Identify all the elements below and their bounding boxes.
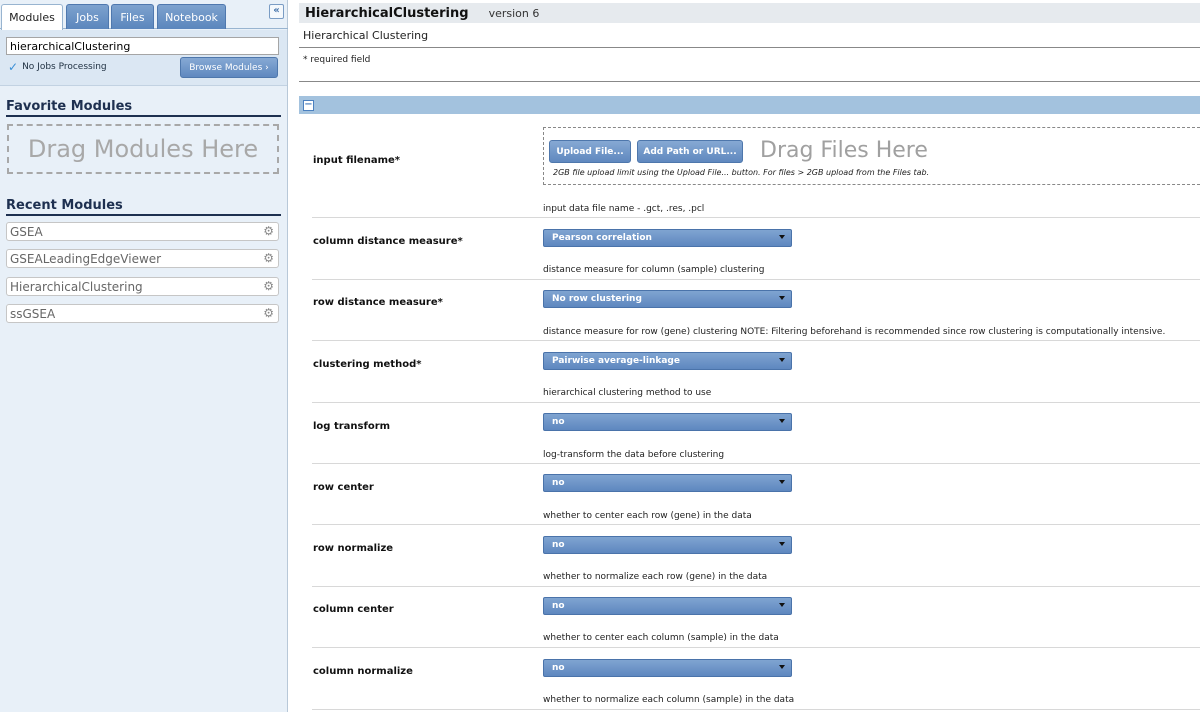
param-row-center: row center no whether to center each row…	[312, 464, 1200, 525]
tab-files[interactable]: Files	[111, 4, 154, 29]
module-description: Hierarchical Clustering	[303, 29, 429, 42]
param-description: input data file name - .gct, .res, .pcl	[543, 204, 705, 214]
recent-module-label: GSEA	[10, 224, 43, 239]
job-status-text: No Jobs Processing	[22, 62, 107, 72]
param-description: distance measure for row (gene) clusteri…	[543, 327, 1166, 337]
dropdown-caret-icon	[779, 235, 785, 239]
param-label: row center	[313, 482, 374, 493]
left-panel: Modules Jobs Files Notebook « ✓ No Jobs …	[0, 0, 288, 712]
gear-icon[interactable]: ⚙	[263, 306, 274, 320]
column-distance-select[interactable]: Pearson correlation	[543, 229, 792, 247]
param-description: hierarchical clustering method to use	[543, 388, 712, 398]
column-center-select[interactable]: no	[543, 597, 792, 615]
select-value: No row clustering	[552, 294, 642, 304]
param-description: whether to normalize each row (gene) in …	[543, 572, 768, 582]
dropdown-caret-icon	[779, 480, 785, 484]
dropdown-caret-icon	[779, 296, 785, 300]
dropdown-caret-icon	[779, 542, 785, 546]
recent-module-label: GSEALeadingEdgeViewer	[10, 251, 162, 266]
gear-icon[interactable]: ⚙	[263, 224, 274, 238]
param-label: column center	[313, 604, 394, 615]
param-description: whether to normalize each column (sample…	[543, 695, 795, 705]
select-value: no	[552, 417, 565, 427]
collapse-double-left-icon[interactable]: «	[269, 4, 284, 19]
param-label: column normalize	[313, 666, 413, 677]
gear-icon[interactable]: ⚙	[263, 251, 274, 265]
dropdown-caret-icon	[779, 419, 785, 423]
favorites-dropzone[interactable]: Drag Modules Here	[7, 124, 279, 174]
dropdown-caret-icon	[779, 358, 785, 362]
param-clustering-method: clustering method* Pairwise average-link…	[312, 341, 1200, 403]
add-path-url-button[interactable]: Add Path or URL...	[637, 140, 743, 163]
select-value: Pearson correlation	[552, 233, 652, 243]
module-search-input[interactable]	[6, 37, 279, 55]
collapse-minus-icon[interactable]: −	[303, 100, 314, 111]
recent-module-label: ssGSEA	[10, 306, 56, 321]
upload-file-button[interactable]: Upload File...	[549, 140, 631, 163]
tab-modules[interactable]: Modules	[1, 4, 63, 30]
param-description: whether to center each column (sample) i…	[543, 633, 779, 643]
parameter-section-header: −	[299, 96, 1200, 114]
select-value: Pairwise average-linkage	[552, 356, 680, 366]
tab-notebook[interactable]: Notebook	[157, 4, 226, 29]
clustering-method-select[interactable]: Pairwise average-linkage	[543, 352, 792, 370]
drag-files-label: Drag Files Here	[760, 138, 928, 163]
select-value: no	[552, 540, 565, 550]
column-normalize-select[interactable]: no	[543, 659, 792, 677]
select-value: no	[552, 601, 565, 611]
param-description: log-transform the data before clustering	[543, 450, 725, 460]
select-value: no	[552, 478, 565, 488]
tab-jobs[interactable]: Jobs	[66, 4, 109, 29]
recent-module-item[interactable]: HierarchicalClustering ⚙	[6, 277, 279, 296]
row-distance-select[interactable]: No row clustering	[543, 290, 792, 308]
module-header: HierarchicalClustering version 6	[299, 3, 1200, 23]
recent-modules-heading: Recent Modules	[6, 198, 281, 216]
checkmark-icon: ✓	[8, 60, 19, 74]
param-label: column distance measure*	[313, 236, 463, 247]
param-column-center: column center no whether to center each …	[312, 587, 1200, 648]
row-center-select[interactable]: no	[543, 474, 792, 492]
tab-bar: Modules Jobs Files Notebook «	[0, 0, 288, 30]
file-drop-zone[interactable]: Upload File... Add Path or URL... Drag F…	[543, 127, 1200, 185]
upload-limit-hint: 2GB file upload limit using the Upload F…	[553, 168, 930, 177]
recent-module-item[interactable]: ssGSEA ⚙	[6, 304, 279, 323]
param-description: whether to center each row (gene) in the…	[543, 511, 752, 521]
param-column-distance-measure: column distance measure* Pearson correla…	[312, 218, 1200, 280]
param-column-normalize: column normalize no whether to normalize…	[312, 648, 1200, 710]
log-transform-select[interactable]: no	[543, 413, 792, 431]
module-version: version 6	[488, 6, 540, 20]
gear-icon[interactable]: ⚙	[263, 279, 274, 293]
param-description: distance measure for column (sample) clu…	[543, 265, 765, 275]
search-area: ✓ No Jobs Processing Browse Modules ›	[0, 30, 287, 86]
module-name: HierarchicalClustering	[305, 5, 469, 21]
browse-modules-button[interactable]: Browse Modules ›	[180, 57, 278, 78]
select-value: no	[552, 663, 565, 673]
divider	[299, 47, 1200, 48]
row-normalize-select[interactable]: no	[543, 536, 792, 554]
module-form-panel: HierarchicalClustering version 6 Hierarc…	[299, 0, 1200, 712]
required-field-note: * required field	[303, 55, 371, 65]
param-log-transform: log transform no log-transform the data …	[312, 403, 1200, 464]
recent-module-label: HierarchicalClustering	[10, 279, 143, 294]
favorite-modules-heading: Favorite Modules	[6, 99, 281, 117]
dropdown-caret-icon	[779, 603, 785, 607]
param-label: row distance measure*	[313, 297, 443, 308]
param-label: clustering method*	[313, 359, 422, 370]
param-label: input filename*	[313, 155, 401, 166]
dropdown-caret-icon	[779, 665, 785, 669]
job-status: ✓ No Jobs Processing	[8, 60, 107, 74]
recent-module-item[interactable]: GSEA ⚙	[6, 222, 279, 241]
recent-module-item[interactable]: GSEALeadingEdgeViewer ⚙	[6, 249, 279, 268]
param-label: row normalize	[313, 543, 394, 554]
param-row-distance-measure: row distance measure* No row clustering …	[312, 280, 1200, 341]
param-row-normalize: row normalize no whether to normalize ea…	[312, 525, 1200, 587]
param-label: log transform	[313, 421, 391, 432]
divider	[299, 81, 1200, 82]
